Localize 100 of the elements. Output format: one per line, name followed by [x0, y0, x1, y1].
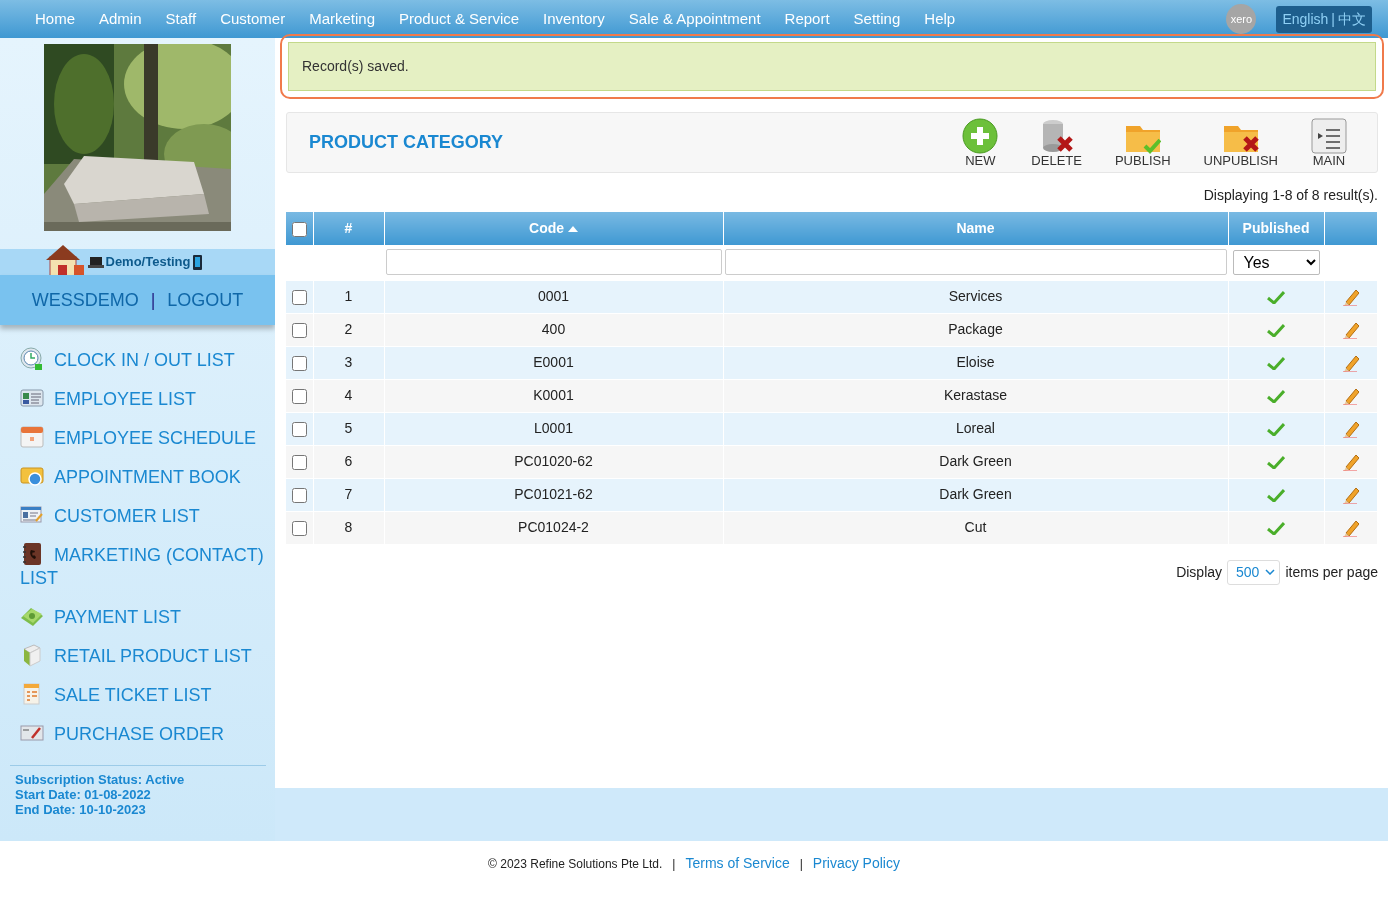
nav-link[interactable]: Report	[772, 7, 842, 31]
code-filter-field[interactable]	[385, 249, 722, 276]
caret-icon	[1265, 569, 1276, 575]
footer-link[interactable]: Terms of Service	[685, 853, 790, 874]
table-cell: 4	[313, 379, 384, 412]
table-cell: 6	[313, 445, 384, 478]
language-link[interactable]: English	[1282, 8, 1329, 30]
calendar-icon	[20, 425, 44, 449]
table-cell: 0001	[384, 280, 723, 313]
checkmark-icon[interactable]	[1267, 422, 1285, 437]
address-book-icon	[20, 542, 44, 566]
table-cell: 8	[313, 511, 384, 544]
add-icon	[962, 117, 999, 154]
table-cell: PC01021-62	[384, 478, 723, 511]
subscription-info: Subscription Status: Active	[15, 772, 186, 787]
row-checkbox[interactable]	[291, 322, 307, 338]
table-cell: PC01020-62	[384, 445, 723, 478]
row-checkbox[interactable]	[291, 520, 307, 536]
row-checkbox[interactable]	[291, 355, 307, 371]
published-filter-select[interactable]: Yes	[1232, 249, 1320, 275]
nav-link[interactable]: Customer	[208, 7, 298, 31]
nav-link[interactable]: Product & Service	[387, 7, 532, 31]
per-page-select[interactable]: 500	[1227, 559, 1281, 585]
table-cell: 5	[313, 412, 384, 445]
subscription-info: Start Date: 01-08-2022	[15, 787, 152, 802]
separator: |	[672, 856, 676, 873]
table-cell: E0001	[384, 346, 723, 379]
column-header[interactable]: Code	[384, 212, 723, 245]
result-count: Displaying 1-8 of 8 result(s).	[1202, 186, 1378, 205]
menu-link[interactable]: PAYMENT LIST	[20, 604, 265, 629]
checkmark-icon[interactable]	[1267, 488, 1285, 503]
table-cell: PC01024-2	[384, 511, 723, 544]
select-all-checkbox[interactable]	[291, 221, 307, 237]
list-icon	[1311, 117, 1347, 154]
column-header[interactable]: Name	[723, 212, 1228, 245]
checkmark-icon[interactable]	[1267, 356, 1285, 371]
column-header[interactable]: #	[313, 212, 384, 245]
nav-link[interactable]: Help	[912, 7, 968, 31]
row-checkbox[interactable]	[291, 421, 307, 437]
pencil-icon[interactable]	[1342, 387, 1359, 406]
table-cell: K0001	[384, 379, 723, 412]
nav-link[interactable]: Inventory	[531, 7, 617, 31]
nav-link[interactable]: Admin	[87, 7, 154, 31]
separator: |	[150, 288, 156, 312]
username-link[interactable]: WESSDEMO	[31, 286, 139, 314]
appointment-book-icon	[20, 464, 44, 488]
nav-link[interactable]: Home	[23, 7, 87, 31]
table-cell: 1	[313, 280, 384, 313]
footer-link[interactable]: Privacy Policy	[812, 853, 900, 874]
name-filter-field[interactable]	[724, 249, 1227, 276]
toolbar-button[interactable]: UNPUBLISH	[1203, 117, 1278, 168]
pencil-icon[interactable]	[1342, 420, 1359, 439]
pencil-icon[interactable]	[1342, 288, 1359, 307]
menu-link[interactable]: PURCHASE ORDER	[20, 721, 265, 746]
table-cell: 3	[313, 346, 384, 379]
menu-link[interactable]: APPOINTMENT BOOK	[20, 464, 265, 489]
logout-link[interactable]: LOGOUT	[167, 286, 244, 314]
xero-badge[interactable]: xero	[1226, 4, 1257, 34]
checkmark-icon[interactable]	[1267, 323, 1285, 338]
toolbar-button[interactable]: DELETE	[1031, 117, 1082, 168]
table-cell: Dark Green	[723, 445, 1228, 478]
table-cell: 2	[313, 313, 384, 346]
menu-link[interactable]: RETAIL PRODUCT LIST	[20, 643, 265, 668]
nav-link[interactable]: Sale & Appointment	[616, 7, 773, 31]
laptop-icon	[87, 256, 104, 268]
menu-link[interactable]: CUSTOMER LIST	[20, 503, 265, 528]
row-checkbox[interactable]	[291, 454, 307, 470]
pencil-icon[interactable]	[1342, 321, 1359, 340]
row-checkbox[interactable]	[291, 289, 307, 305]
pencil-icon[interactable]	[1342, 486, 1359, 505]
success-alert: Record(s) saved.	[288, 42, 1376, 91]
language-link[interactable]: 中文	[1338, 8, 1366, 30]
pencil-icon[interactable]	[1342, 453, 1359, 472]
table-cell: Package	[723, 313, 1228, 346]
toolbar-button[interactable]: NEW	[962, 117, 999, 168]
toolbar-button[interactable]: PUBLISH	[1114, 117, 1171, 168]
pencil-icon[interactable]	[1342, 354, 1359, 373]
menu-link[interactable]: EMPLOYEE LIST	[20, 386, 265, 411]
column-header[interactable]: Published	[1228, 212, 1324, 245]
toolbar-button[interactable]: MAIN	[1311, 117, 1347, 168]
checkmark-icon[interactable]	[1267, 455, 1285, 470]
nav-link[interactable]: Setting	[841, 7, 913, 31]
nav-link[interactable]: Marketing	[297, 7, 388, 31]
checkmark-icon[interactable]	[1267, 521, 1285, 536]
menu-link[interactable]: SALE TICKET LIST	[20, 682, 265, 707]
separator: |	[1331, 9, 1335, 29]
checkmark-icon[interactable]	[1267, 389, 1285, 404]
menu-link[interactable]: MARKETING (CONTACT) LIST	[20, 542, 265, 590]
checkmark-icon[interactable]	[1267, 290, 1285, 305]
table-cell: Kerastase	[723, 379, 1228, 412]
nav-link[interactable]: Staff	[153, 7, 209, 31]
subscription-info: End Date: 10-10-2023	[15, 802, 147, 817]
menu-link[interactable]: EMPLOYEE SCHEDULE	[20, 425, 265, 450]
menu-link[interactable]: CLOCK IN / OUT LIST	[20, 347, 265, 372]
row-checkbox[interactable]	[291, 388, 307, 404]
pencil-icon[interactable]	[1342, 519, 1359, 538]
row-checkbox[interactable]	[291, 487, 307, 503]
table-cell: Cut	[723, 511, 1228, 544]
table-cell: 400	[384, 313, 723, 346]
table-cell: Loreal	[723, 412, 1228, 445]
